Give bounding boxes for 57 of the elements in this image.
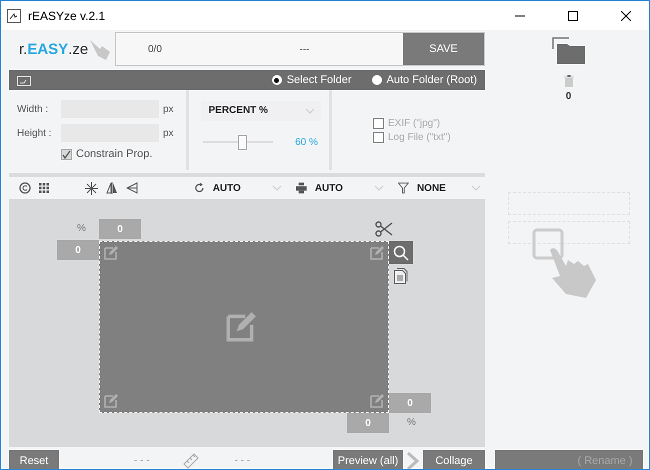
file-name: --- <box>298 44 310 54</box>
checkbox-label: Constrain Prop. <box>76 148 152 160</box>
preview-button[interactable]: Preview (all) <box>333 450 403 469</box>
maximize-icon[interactable] <box>568 10 578 20</box>
file-count: 0/0 <box>147 44 163 54</box>
ruler-icon <box>182 452 199 468</box>
radio-button[interactable] <box>272 75 282 85</box>
bottom-offset-field[interactable]: 0 <box>347 413 389 433</box>
deleted-count: 0 <box>566 91 572 102</box>
scissors-icon[interactable] <box>375 221 393 237</box>
document-icon[interactable] <box>394 268 408 284</box>
grid-icon[interactable] <box>39 183 49 193</box>
scale-reading: 60 % <box>295 136 318 148</box>
rotate-icon[interactable] <box>194 182 205 194</box>
field-label: Height : <box>17 128 52 138</box>
app-icon <box>7 8 21 22</box>
scale-mode-dropdown[interactable]: PERCENT % <box>200 100 320 120</box>
chevron-icon <box>272 185 282 191</box>
close-icon[interactable] <box>621 10 631 20</box>
checkbox-label: Log File ("txt") <box>388 132 451 142</box>
unit-label: px <box>163 104 174 114</box>
logo: r.EASY.ze <box>19 40 88 58</box>
collage-button[interactable]: Collage <box>423 450 485 469</box>
chevron-icon <box>304 108 314 114</box>
search-button[interactable] <box>389 241 413 264</box>
height-readout: - - - <box>234 455 250 466</box>
flip-vertical-icon[interactable] <box>126 182 138 194</box>
printer-icon[interactable] <box>296 182 307 194</box>
checkbox-label: EXIF ("jpg") <box>388 118 440 128</box>
sparkle-icon[interactable] <box>85 182 98 194</box>
trash-icon[interactable] <box>564 75 574 87</box>
copyright-icon[interactable] <box>19 182 31 194</box>
field-label: Width : <box>17 104 50 114</box>
window-title: rEASYze v.2.1 <box>28 8 106 22</box>
unit-label: % <box>77 223 86 234</box>
chevron-icon <box>374 185 384 191</box>
chevron-right-icon <box>405 452 421 469</box>
unit-label: px <box>163 128 174 138</box>
filter-dropdown[interactable]: NONE <box>408 182 482 194</box>
top-offset-field[interactable]: 0 <box>99 219 141 239</box>
flip-horizontal-icon[interactable] <box>106 182 118 194</box>
unit-label: % <box>407 417 416 428</box>
checkbox[interactable] <box>61 148 72 160</box>
chevron-icon <box>471 185 482 191</box>
folders-icon[interactable] <box>552 37 586 65</box>
folder-image-icon[interactable] <box>17 74 31 86</box>
left-offset-field[interactable]: 0 <box>57 240 99 260</box>
right-offset-field[interactable]: 0 <box>389 393 431 413</box>
rotate-dropdown[interactable]: AUTO <box>204 182 282 194</box>
filter-icon[interactable] <box>398 182 409 194</box>
radio-label[interactable]: Select Folder <box>286 74 352 86</box>
save-button[interactable]: SAVE <box>403 33 484 65</box>
radio-label[interactable]: Auto Folder (Root) <box>386 74 477 86</box>
reset-button[interactable]: Reset <box>9 450 59 469</box>
width-readout: - - - <box>134 455 150 466</box>
radio-button[interactable] <box>372 75 382 85</box>
format-dropdown[interactable]: AUTO <box>306 182 384 194</box>
